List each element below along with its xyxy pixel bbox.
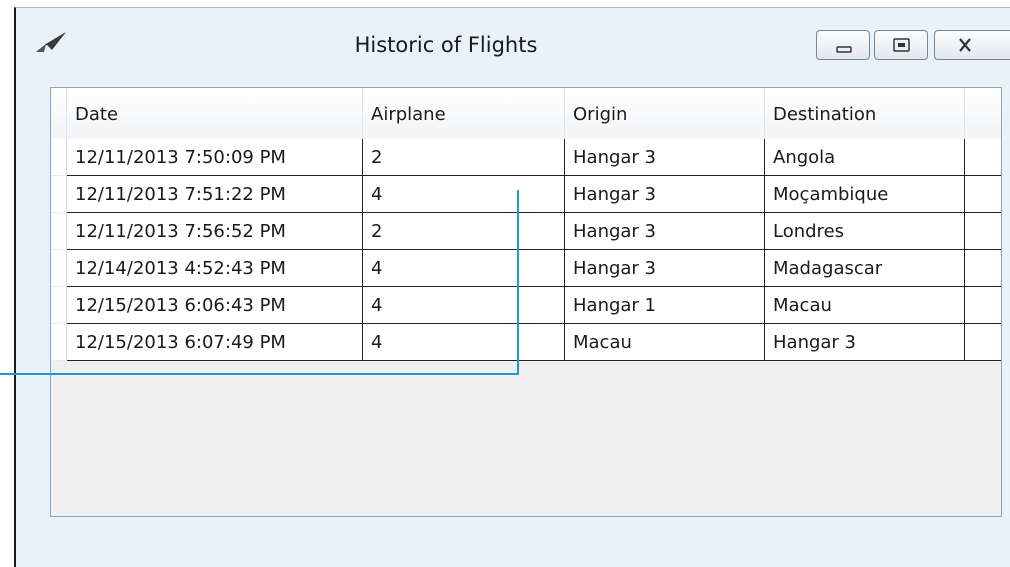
close-icon <box>959 38 971 52</box>
cell-filler <box>965 250 1001 287</box>
cell-airplane[interactable]: 2 <box>363 139 565 176</box>
cell-airplane[interactable]: 4 <box>363 176 565 213</box>
cell-destination[interactable]: Moçambique <box>765 176 965 213</box>
cell-filler <box>965 176 1001 213</box>
row-selector[interactable] <box>51 324 67 361</box>
cell-airplane[interactable]: 4 <box>363 250 565 287</box>
cell-airplane[interactable]: 2 <box>363 213 565 250</box>
cell-airplane[interactable]: 4 <box>363 287 565 324</box>
cell-origin[interactable]: Hangar 3 <box>565 213 765 250</box>
cell-destination[interactable]: Angola <box>765 139 965 176</box>
column-header-origin[interactable]: Origin <box>565 88 765 139</box>
window-title: Historic of Flights <box>354 33 538 57</box>
cell-destination[interactable]: Londres <box>765 213 965 250</box>
row-selector[interactable] <box>51 213 67 250</box>
cell-origin[interactable]: Hangar 3 <box>565 176 765 213</box>
table-row[interactable]: 12/11/2013 7:51:22 PM 4 Hangar 3 Moçambi… <box>51 176 1001 213</box>
table-row[interactable]: 12/15/2013 6:07:49 PM 4 Macau Hangar 3 <box>51 324 1001 361</box>
table-row[interactable]: 12/15/2013 6:06:43 PM 4 Hangar 1 Macau <box>51 287 1001 324</box>
cell-date[interactable]: 12/11/2013 7:56:52 PM <box>67 213 363 250</box>
cell-date[interactable]: 12/15/2013 6:07:49 PM <box>67 324 363 361</box>
table-row[interactable]: 12/11/2013 7:50:09 PM 2 Hangar 3 Angola <box>51 139 1001 176</box>
cell-date[interactable]: 12/11/2013 7:50:09 PM <box>67 139 363 176</box>
cell-origin[interactable]: Hangar 3 <box>565 250 765 287</box>
cell-destination[interactable]: Hangar 3 <box>765 324 965 361</box>
row-selector[interactable] <box>51 139 67 176</box>
cell-filler <box>965 213 1001 250</box>
table-row[interactable]: 12/11/2013 7:56:52 PM 2 Hangar 3 Londres <box>51 213 1001 250</box>
cell-destination[interactable]: Macau <box>765 287 965 324</box>
maximize-button[interactable] <box>874 30 928 60</box>
app-window: Historic of Flights Date Airplane Origin… <box>14 7 1010 567</box>
cell-filler <box>965 324 1001 361</box>
paper-plane-icon <box>34 30 68 54</box>
minimize-button[interactable] <box>816 30 870 60</box>
cell-origin[interactable]: Hangar 3 <box>565 139 765 176</box>
row-selector[interactable] <box>51 176 67 213</box>
column-header-airplane[interactable]: Airplane <box>363 88 565 139</box>
column-header-date[interactable]: Date <box>67 88 363 139</box>
cell-origin[interactable]: Hangar 1 <box>565 287 765 324</box>
cell-filler <box>965 287 1001 324</box>
cell-date[interactable]: 12/14/2013 4:52:43 PM <box>67 250 363 287</box>
close-button[interactable] <box>934 30 1010 60</box>
flights-data-grid[interactable]: Date Airplane Origin Destination 12/11/2… <box>50 87 1002 517</box>
cell-destination[interactable]: Madagascar <box>765 250 965 287</box>
cell-filler <box>965 139 1001 176</box>
cell-airplane[interactable]: 4 <box>363 324 565 361</box>
table-header-row: Date Airplane Origin Destination <box>51 88 1001 140</box>
minimize-icon <box>836 46 852 53</box>
column-header-destination[interactable]: Destination <box>765 88 965 139</box>
cell-origin[interactable]: Macau <box>565 324 765 361</box>
table-row[interactable]: 12/14/2013 4:52:43 PM 4 Hangar 3 Madagas… <box>51 250 1001 287</box>
column-header-filler <box>965 88 1001 139</box>
header-row-selector[interactable] <box>51 88 67 139</box>
row-selector[interactable] <box>51 250 67 287</box>
row-selector[interactable] <box>51 287 67 324</box>
maximize-icon <box>893 38 910 52</box>
cell-date[interactable]: 12/11/2013 7:51:22 PM <box>67 176 363 213</box>
cell-date[interactable]: 12/15/2013 6:06:43 PM <box>67 287 363 324</box>
